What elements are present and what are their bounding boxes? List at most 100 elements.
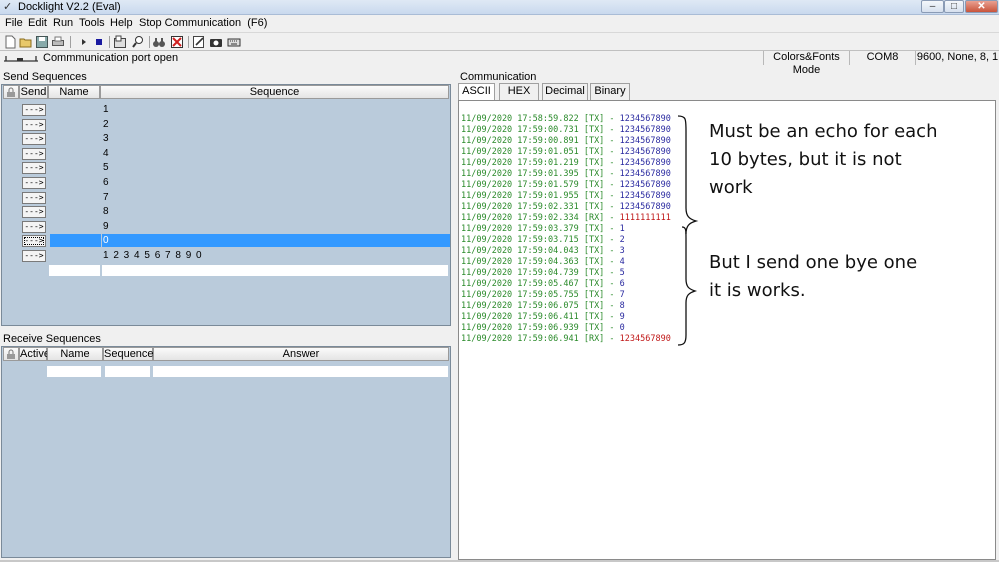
log-direction: [TX] (583, 169, 605, 179)
send-row-name[interactable] (50, 147, 101, 160)
annotation-one-by-one-note: But I send one bye one it is works. (709, 249, 917, 305)
log-line: 11/09/2020 17:59:06.075 [TX] - 8 (461, 301, 625, 312)
send-row-sequence[interactable]: 7 (102, 191, 450, 204)
send-row-name[interactable] (50, 205, 101, 218)
menu-stop-communication[interactable]: Stop Communication (F6) (139, 17, 267, 30)
minimize-button[interactable]: – (921, 0, 944, 13)
menu-run[interactable]: Run (53, 17, 73, 30)
col-send[interactable]: Send (19, 85, 48, 99)
find-icon[interactable] (131, 35, 145, 49)
send-row-sequence[interactable]: 8 (102, 205, 450, 218)
send-sequences-label: Send Sequences (3, 71, 87, 83)
send-row-name[interactable] (50, 220, 101, 233)
log-separator: - (604, 246, 620, 256)
send-button[interactable]: ---> (22, 206, 46, 218)
log-separator: - (604, 191, 620, 201)
send-row-name[interactable] (50, 234, 101, 247)
log-direction: [RX] (583, 213, 605, 223)
log-direction: [TX] (583, 147, 605, 157)
log-line: 11/09/2020 17:59:04.739 [TX] - 5 (461, 268, 625, 279)
binoculars-icon[interactable] (152, 35, 166, 49)
send-row-sequence[interactable]: 5 (102, 161, 450, 174)
snapshot-icon[interactable] (209, 35, 223, 49)
send-row-sequence[interactable]: 1 (102, 103, 450, 116)
send-row-name[interactable] (50, 161, 101, 174)
send-row-name[interactable] (50, 132, 101, 145)
send-button[interactable]: ---> (22, 162, 46, 174)
annotation-line: 10 bytes, but it is not (709, 149, 902, 170)
send-button[interactable]: ---> (22, 133, 46, 145)
log-timestamp: 11/09/2020 17:59:05.755 (461, 290, 579, 300)
save-icon[interactable] (35, 35, 49, 49)
send-row-sequence[interactable]: 9 (102, 220, 450, 233)
print-icon[interactable] (51, 35, 65, 49)
run-icon[interactable] (77, 35, 91, 49)
send-button[interactable]: ---> (22, 119, 46, 131)
col-answer[interactable]: Answer (153, 347, 449, 361)
new-row-answer-cell[interactable] (153, 366, 448, 377)
log-data: 1234567890 (619, 334, 671, 344)
send-row-sequence[interactable]: 1 2 3 4 5 6 7 8 9 0 (102, 249, 450, 262)
log-timestamp: 11/09/2020 17:59:06.411 (461, 312, 579, 322)
send-row-name[interactable] (50, 249, 101, 262)
send-row-sequence[interactable]: 6 (102, 176, 450, 189)
send-button[interactable]: ---> (22, 148, 46, 160)
new-row-sequence-cell[interactable] (102, 265, 448, 276)
log-data: 1234567890 (619, 202, 671, 212)
stop-icon[interactable] (92, 35, 106, 49)
log-line: 11/09/2020 17:59:01.051 [TX] - 123456789… (461, 147, 671, 158)
edit-icon[interactable] (192, 35, 206, 49)
log-separator: - (604, 279, 620, 289)
lock-icon[interactable] (3, 347, 19, 361)
tab-ascii[interactable]: ASCII (458, 83, 495, 101)
send-button[interactable]: ---> (22, 221, 46, 233)
log-direction: [TX] (583, 290, 605, 300)
new-icon[interactable] (3, 35, 17, 49)
send-row-name[interactable] (50, 176, 101, 189)
col-sequence[interactable]: Sequence (100, 85, 449, 99)
col-name[interactable]: Name (48, 85, 100, 99)
send-button[interactable]: ---> (22, 177, 46, 189)
menu-tools[interactable]: Tools (79, 17, 105, 30)
send-button[interactable]: ---> (22, 235, 46, 247)
log-timestamp: 11/09/2020 17:59:03.379 (461, 224, 579, 234)
col-sequence[interactable]: Sequence (103, 347, 154, 361)
menu-help[interactable]: Help (110, 17, 133, 30)
new-row-name-cell[interactable] (47, 366, 101, 377)
menu-edit[interactable]: Edit (28, 17, 47, 30)
lock-icon[interactable] (3, 85, 19, 99)
send-row-sequence[interactable]: 3 (102, 132, 450, 145)
colors-fonts-mode[interactable]: Colors&Fonts Mode (763, 51, 849, 76)
project-settings-icon[interactable] (113, 35, 127, 49)
col-active[interactable]: Active (19, 347, 50, 361)
send-row-sequence[interactable]: 0 (102, 234, 450, 247)
send-button[interactable]: ---> (22, 250, 46, 262)
send-row-name[interactable] (50, 118, 101, 131)
log-data: 8 (619, 301, 625, 311)
send-row-name[interactable] (50, 191, 101, 204)
tab-hex[interactable]: HEX (499, 83, 539, 100)
log-timestamp: 11/09/2020 17:59:02.334 (461, 213, 579, 223)
menu-file[interactable]: File (5, 17, 23, 30)
log-separator: - (604, 323, 620, 333)
open-icon[interactable] (19, 35, 33, 49)
new-row-name-cell[interactable] (49, 265, 100, 276)
maximize-button[interactable]: □ (944, 0, 964, 13)
close-button[interactable]: ✕ (965, 0, 998, 13)
tab-binary[interactable]: Binary (590, 83, 630, 100)
log-line: 11/09/2020 17:59:06.941 [RX] - 123456789… (461, 334, 671, 345)
log-timestamp: 11/09/2020 17:59:04.739 (461, 268, 579, 278)
send-button[interactable]: ---> (22, 192, 46, 204)
send-row-sequence[interactable]: 2 (102, 118, 450, 131)
col-name[interactable]: Name (47, 347, 103, 361)
new-row-sequence-cell[interactable] (105, 366, 150, 377)
log-data: 1111111111 (619, 213, 671, 223)
clear-icon[interactable] (170, 35, 184, 49)
send-row-name[interactable] (50, 103, 101, 116)
keyboard-icon[interactable] (227, 35, 241, 49)
send-row-sequence[interactable]: 4 (102, 147, 450, 160)
log-data: 1234567890 (619, 169, 671, 179)
send-button[interactable]: ---> (22, 104, 46, 116)
app-icon[interactable]: ✓ (3, 1, 14, 13)
tab-decimal[interactable]: Decimal (542, 83, 588, 100)
